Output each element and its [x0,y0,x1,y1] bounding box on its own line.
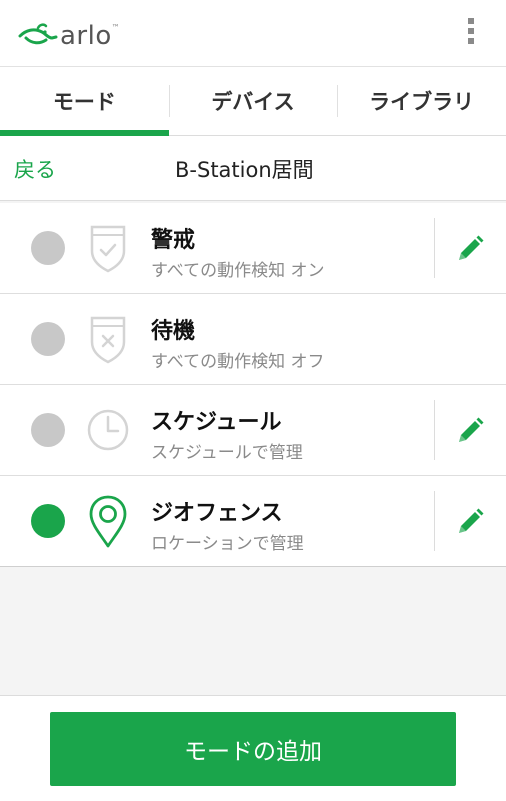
mode-title: 待機 [151,319,196,344]
logo-text: arlo [60,21,112,51]
arlo-bird-icon [18,23,58,45]
divider [434,218,435,278]
footer-bar: モードの追加 [0,695,506,801]
shield-x-icon [90,316,126,364]
add-mode-button[interactable]: モードの追加 [50,712,456,786]
mode-list: 警戒 すべての動作検知 オン 待機 すべての動作検知 オフ スケジュール スケジ… [0,203,506,567]
mode-title: 警戒 [151,228,196,253]
tab-library[interactable]: ライブラリ [337,67,506,135]
base-station-header: 戻る B-Station居間 [0,136,506,201]
mode-row-armed[interactable]: 警戒 すべての動作検知 オン [0,203,506,294]
mode-description: スケジュールで管理 [151,443,303,463]
location-pin-icon [89,495,127,548]
tab-label: ライブラリ [369,90,475,114]
mode-radio[interactable] [31,413,65,447]
kebab-menu-icon[interactable] [464,18,478,52]
edit-pencil-icon[interactable] [448,227,492,271]
edit-pencil-icon[interactable] [448,409,492,453]
back-link[interactable]: 戻る [14,154,56,184]
tab-devices[interactable]: デバイス [168,67,338,135]
mode-row-geofence[interactable]: ジオフェンス ロケーションで管理 [0,476,506,567]
arlo-logo: arlo ™ [18,20,120,52]
mode-radio[interactable] [31,322,65,356]
tab-mode[interactable]: モード [0,67,169,136]
mode-title: ジオフェンス [151,501,283,526]
base-station-name: B-Station居間 [175,158,314,182]
main-tabs: モード デバイス ライブラリ [0,67,506,136]
divider [434,400,435,460]
divider [434,491,435,551]
edit-pencil-icon[interactable] [448,500,492,544]
mode-row-standby[interactable]: 待機 すべての動作検知 オフ [0,294,506,385]
mode-description: ロケーションで管理 [151,534,304,554]
mode-row-schedule[interactable]: スケジュール スケジュールで管理 [0,385,506,476]
clock-icon [87,409,129,451]
app-header: arlo ™ [0,0,506,67]
mode-description: すべての動作検知 オン [151,261,325,281]
shield-check-icon [90,225,126,273]
mode-radio[interactable] [31,231,65,265]
logo-trademark: ™ [111,22,120,32]
tab-label: デバイス [211,90,295,114]
mode-description: すべての動作検知 オフ [151,352,325,372]
mode-title: スケジュール [151,410,282,435]
tab-label: モード [52,90,116,114]
mode-radio-selected[interactable] [31,504,65,538]
